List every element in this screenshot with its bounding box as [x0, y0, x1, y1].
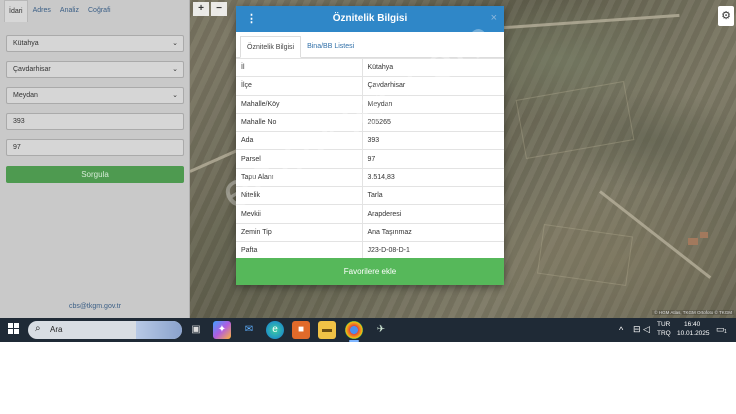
volume-icon[interactable]: ◁ [643, 324, 650, 335]
mail-icon[interactable]: ✉ [240, 321, 258, 339]
attribute-value: Tarla [362, 186, 504, 205]
chevron-down-icon: ⌄ [172, 66, 178, 73]
close-icon[interactable]: × [491, 12, 497, 24]
attribute-value: 393 [362, 131, 504, 150]
tab-cografi[interactable]: Coğrafi [84, 0, 115, 22]
tab-bina-bb-listesi[interactable]: Bina/BB Listesi [301, 36, 360, 57]
mahalle-select[interactable]: Meydan ⌄ [6, 87, 184, 104]
zoom-in-button[interactable]: + [193, 2, 209, 16]
attribute-value: Arapderesi [362, 204, 504, 224]
screen: İdari Adres Analiz Coğrafi Kütahya ⌄ Çav… [0, 0, 736, 342]
gear-icon[interactable]: ⚙ [718, 6, 734, 26]
query-button[interactable]: Sorgula [6, 166, 184, 183]
map-attribution: © HGM Atlas, TKGM Ortofoto © TKGM [652, 310, 734, 315]
language-bottom[interactable]: TRQ [657, 330, 671, 337]
system-tray: ^ ⊟ ◁ TUR TRQ 16:40 10.01.2025 ▭ 1 [596, 318, 736, 342]
chrome-icon[interactable] [345, 321, 363, 342]
attribute-key: Zemin Tip [236, 222, 363, 242]
taskbar-search-placeholder: Ara [50, 325, 63, 334]
mahalle-select-value: Meydan [13, 92, 38, 99]
parsel-input[interactable]: 97 [6, 139, 184, 156]
ada-input-value: 393 [13, 118, 25, 125]
task-view-icon[interactable]: ▣ [187, 321, 205, 339]
ilce-select-value: Çavdarhisar [13, 66, 51, 73]
network-icon[interactable]: ⊟ [633, 324, 641, 335]
parsel-input-value: 97 [13, 144, 21, 151]
table-row: Zemin Tip Ana Taşınmaz [236, 222, 504, 242]
clock-date[interactable]: 10.01.2025 [677, 330, 710, 337]
query-panel: İdari Adres Analiz Coğrafi Kütahya ⌄ Çav… [0, 0, 190, 318]
chevron-down-icon: ⌄ [172, 92, 178, 99]
office-icon[interactable]: ■ [292, 321, 310, 339]
tab-idari[interactable]: İdari [4, 0, 28, 22]
taskbar: ⌕ Ara ▣ ✦ ✉ e ■ ▬ ✈ ^ ⊟ ◁ TUR TRQ 16:40 … [0, 318, 736, 342]
file-explorer-icon[interactable]: ▬ [318, 321, 336, 339]
edge-icon[interactable]: e [266, 321, 284, 339]
panel-tabs: İdari Adres Analiz Coğrafi [0, 0, 189, 22]
chevron-up-icon[interactable]: ^ [619, 325, 623, 335]
ilce-select[interactable]: Çavdarhisar ⌄ [6, 61, 184, 78]
tab-analiz[interactable]: Analiz [56, 0, 83, 22]
tab-oznitelik-bilgisi[interactable]: Öznitelik Bilgisi [240, 36, 302, 58]
copilot-icon[interactable]: ✦ [213, 321, 231, 339]
tab-adres[interactable]: Adres [29, 0, 55, 22]
map-tools: + − [193, 2, 227, 16]
add-to-favorites-button[interactable]: Favorilere ekle [236, 258, 504, 285]
il-select-value: Kütahya [13, 40, 39, 47]
table-row: Mevkii Arapderesi [236, 204, 504, 224]
contact-email-link[interactable]: cbs@tkgm.gov.tr [0, 303, 190, 310]
attribute-value: Ana Taşınmaz [362, 222, 504, 242]
chevron-down-icon: ⌄ [172, 40, 178, 47]
zoom-out-button[interactable]: − [211, 2, 227, 16]
il-select[interactable]: Kütahya ⌄ [6, 35, 184, 52]
language-top[interactable]: TUR [657, 321, 670, 328]
windows-start-icon[interactable] [8, 323, 20, 335]
search-highlight-image [136, 321, 182, 339]
ada-input[interactable]: 393 [6, 113, 184, 130]
taskbar-search-input[interactable]: ⌕ Ara [28, 321, 182, 339]
attribute-value: 97 [362, 149, 504, 169]
notification-count: 1 [724, 329, 727, 335]
clock-time[interactable]: 16:40 [684, 321, 700, 328]
attribute-value: 3.514,83 [362, 167, 504, 187]
satellite-app-icon[interactable]: ✈ [372, 321, 390, 339]
search-icon: ⌕ [35, 323, 41, 334]
attribute-key: İl [236, 57, 363, 77]
